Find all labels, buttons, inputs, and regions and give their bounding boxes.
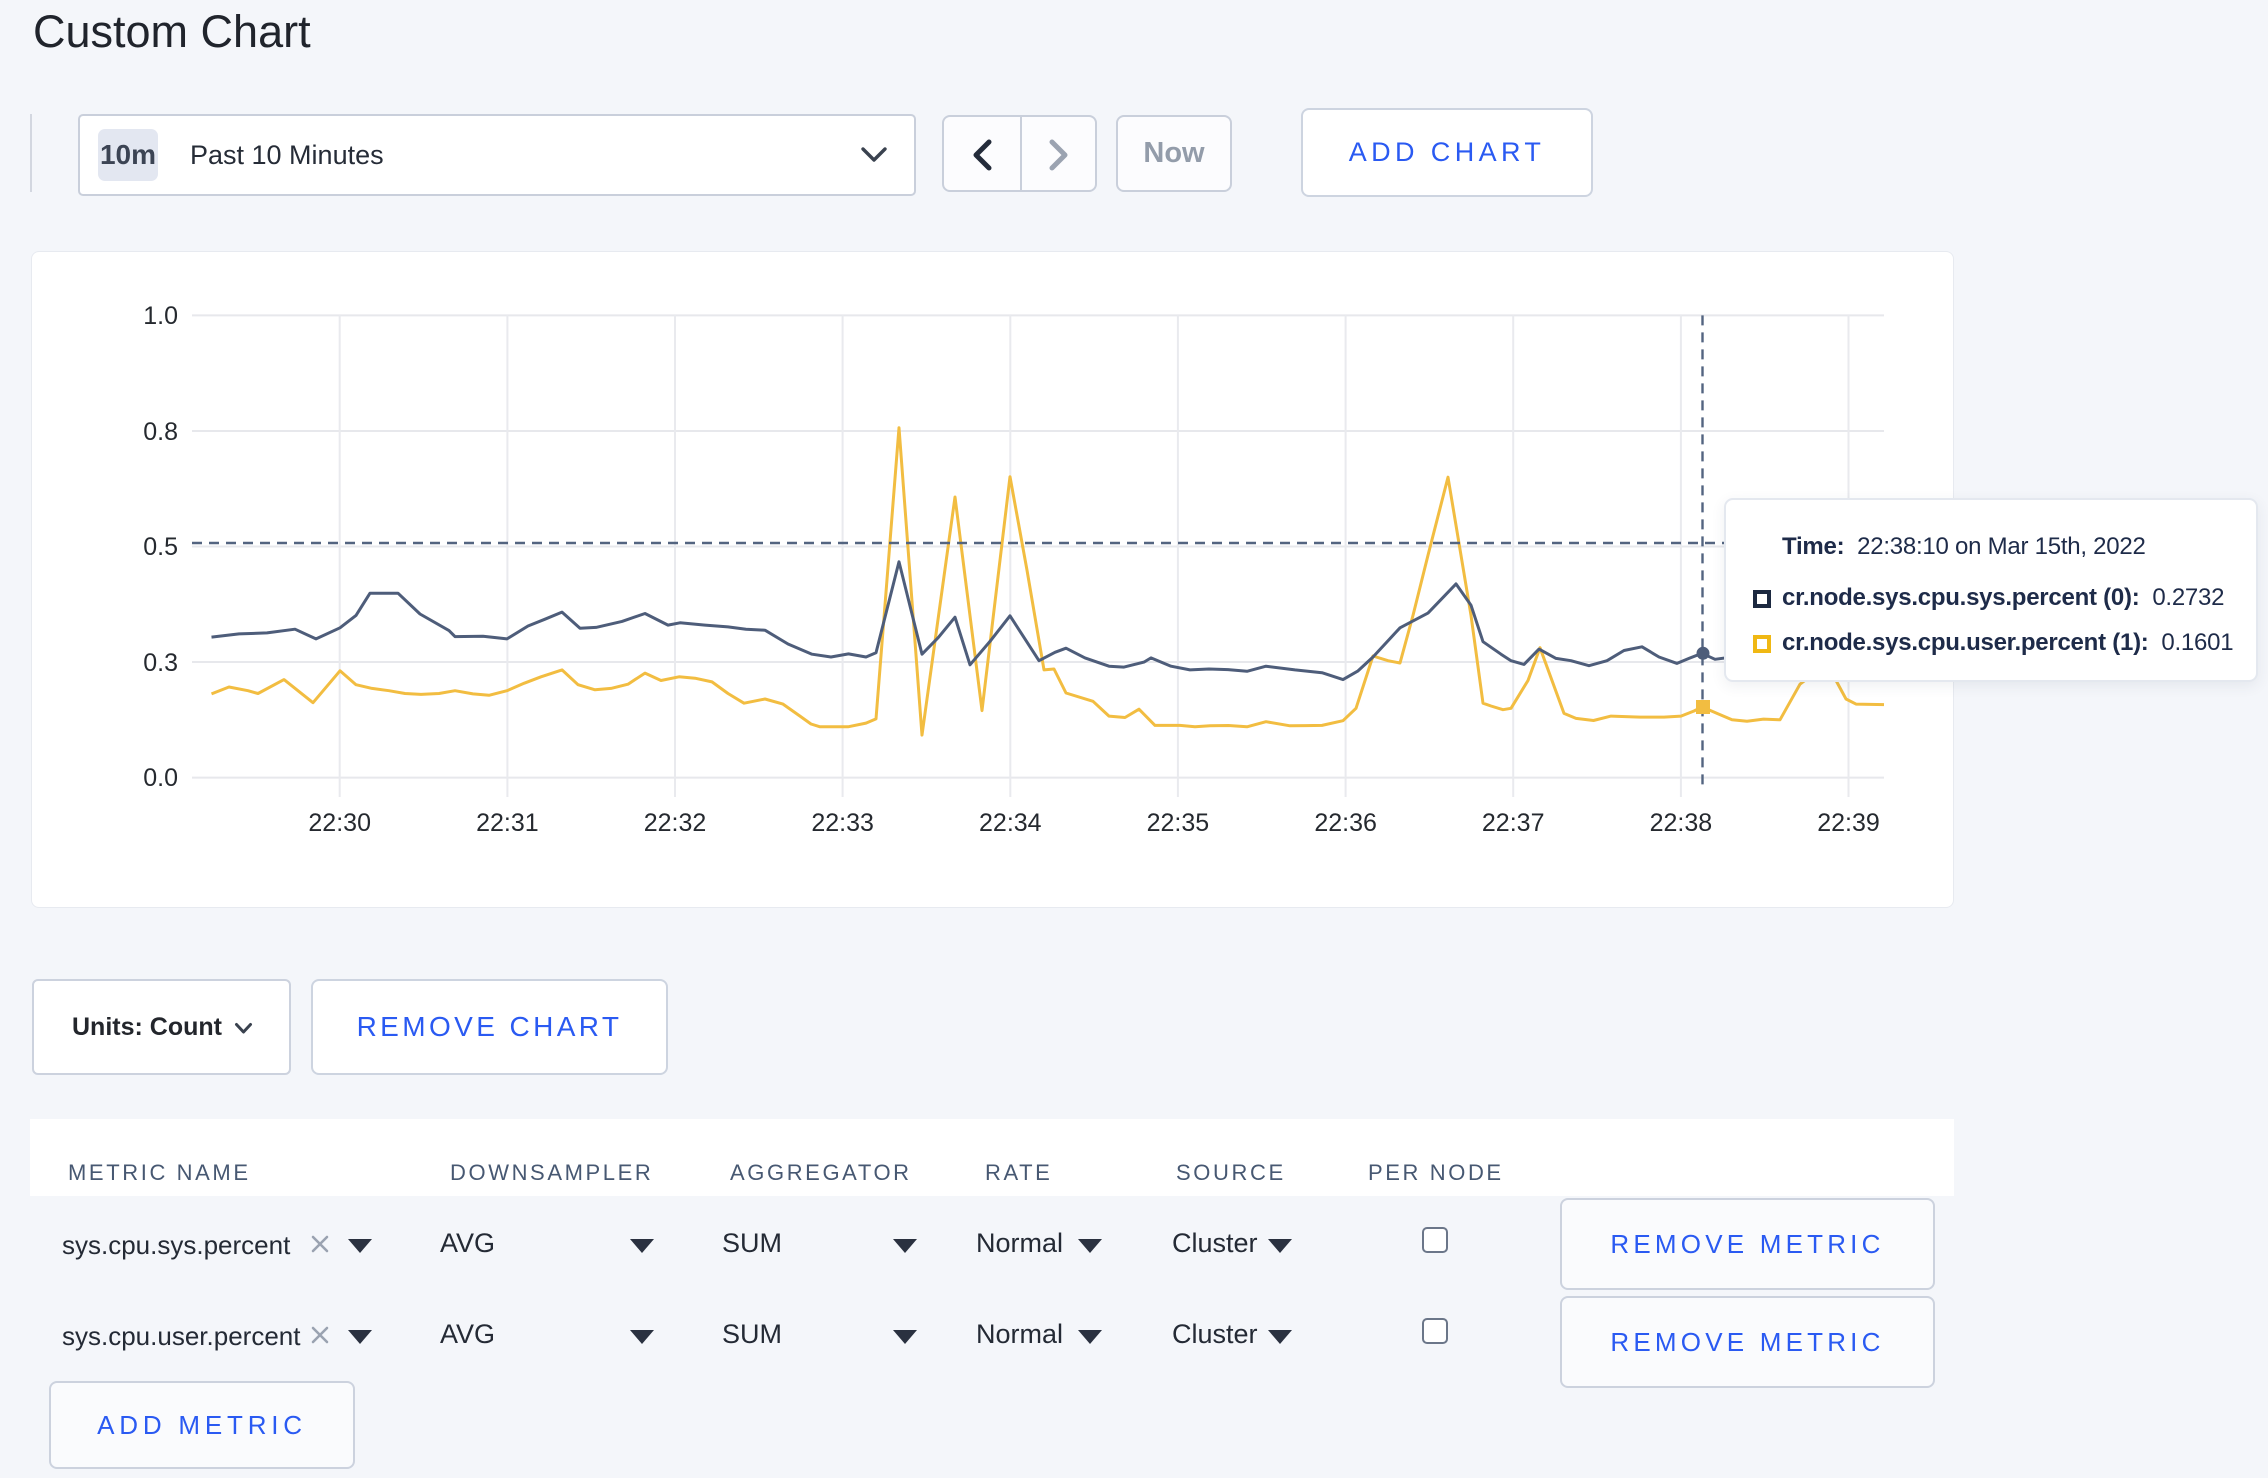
svg-text:0.3: 0.3 (143, 649, 178, 677)
svg-text:0.5: 0.5 (143, 533, 178, 561)
svg-text:22:37: 22:37 (1482, 809, 1545, 837)
svg-text:22:33: 22:33 (811, 809, 874, 837)
svg-text:22:34: 22:34 (979, 809, 1042, 837)
svg-text:1.0: 1.0 (143, 302, 178, 330)
svg-text:22:30: 22:30 (308, 809, 371, 837)
svg-text:22:38: 22:38 (1650, 809, 1713, 837)
svg-text:22:32: 22:32 (644, 809, 707, 837)
svg-text:0.0: 0.0 (143, 764, 178, 792)
svg-text:22:36: 22:36 (1314, 809, 1377, 837)
svg-text:22:31: 22:31 (476, 809, 539, 837)
svg-text:0.8: 0.8 (143, 418, 178, 446)
svg-text:22:35: 22:35 (1147, 809, 1210, 837)
svg-text:22:39: 22:39 (1817, 809, 1880, 837)
